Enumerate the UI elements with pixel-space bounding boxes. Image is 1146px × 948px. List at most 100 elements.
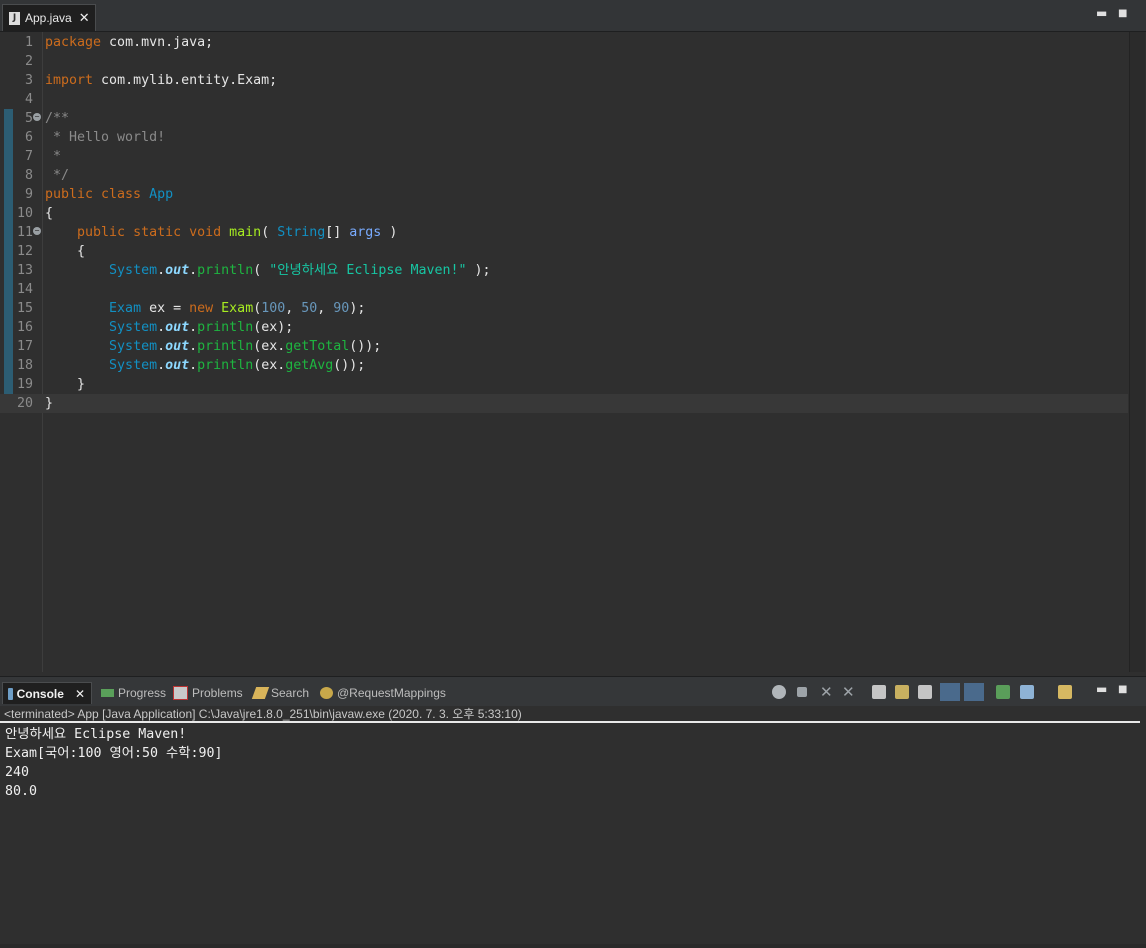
code-text: Exam ex = new Exam(100, 50, 90);: [109, 301, 366, 316]
console-status-line: <terminated> App [Java Application] C:\J…: [0, 705, 1140, 723]
code-line[interactable]: 11− public static void main( String[] ar…: [0, 223, 1128, 242]
tab-request-mappings[interactable]: @RequestMappings: [320, 682, 446, 704]
code-text: {: [45, 206, 54, 221]
code-text: System.out.println( "안녕하세요 Eclipse Maven…: [109, 263, 491, 278]
line-number: 20: [16, 396, 33, 411]
minimize-button[interactable]: ▬: [1096, 6, 1107, 20]
close-icon[interactable]: ✕: [75, 687, 85, 701]
line-number: 15: [16, 301, 33, 316]
fold-collapse-icon[interactable]: −: [33, 113, 41, 121]
tab-search-label: Search: [271, 686, 310, 700]
code-text: /**: [45, 111, 70, 126]
line-number: 16: [16, 320, 33, 335]
code-line[interactable]: 10 {: [0, 204, 1128, 223]
tab-title: App.java: [25, 11, 72, 25]
code-text: System.out.println(ex.getAvg());: [109, 358, 366, 373]
problems-icon: [173, 686, 188, 700]
line-number: 8: [24, 168, 33, 183]
code-text: }: [45, 396, 54, 411]
line-number: 1: [24, 35, 33, 50]
tab-request-mappings-label: @RequestMappings: [337, 686, 446, 700]
code-line[interactable]: 12 {: [0, 242, 1128, 261]
display-console-icon[interactable]: [996, 685, 1010, 699]
editor-tabbar: J App.java ✕ ▬ ■: [0, 0, 1146, 32]
vertical-scrollbar[interactable]: [1129, 32, 1145, 672]
code-line[interactable]: 16 System.out.println(ex);: [0, 318, 1128, 337]
fold-collapse-icon[interactable]: −: [33, 227, 41, 235]
tab-progress[interactable]: Progress: [101, 682, 166, 704]
code-line[interactable]: 6 * Hello world!: [0, 128, 1128, 147]
code-text: public static void main( String[] args ): [77, 225, 398, 240]
line-number: 18: [16, 358, 33, 373]
show-when-error-icon[interactable]: [940, 683, 960, 701]
code-area[interactable]: 1 package com.mvn.java; 2 3 import com.mylib…: [0, 32, 1128, 672]
code-text: public class App: [45, 187, 174, 202]
console-output-line: Exam[국어:100 영어:50 수학:90]: [5, 746, 223, 761]
console-panel: Console ✕ Progress Problems Search @Requ…: [0, 676, 1146, 948]
code-line[interactable]: 14: [0, 280, 1128, 299]
line-number: 3: [24, 73, 33, 88]
minimize-button[interactable]: ▬: [1096, 682, 1107, 696]
line-number: 12: [16, 244, 33, 259]
console-output-line: 240: [5, 765, 30, 780]
maximize-button[interactable]: ■: [1118, 8, 1127, 19]
line-number: 2: [24, 54, 33, 69]
tab-app-java[interactable]: J App.java ✕: [2, 4, 96, 31]
line-number: 19: [16, 377, 33, 392]
tab-search[interactable]: Search: [251, 682, 310, 704]
remove-launch-icon[interactable]: ✕: [820, 685, 834, 700]
line-number: 10: [16, 206, 33, 221]
tab-problems-label: Problems: [192, 686, 243, 700]
code-line[interactable]: 1 package com.mvn.java;: [0, 33, 1128, 52]
show-when-output-icon[interactable]: [918, 685, 932, 699]
remove-all-icon[interactable]: ✕: [842, 685, 856, 700]
code-line[interactable]: 18 System.out.println(ex.getAvg());: [0, 356, 1128, 375]
code-text: *: [45, 149, 62, 164]
word-wrap-icon[interactable]: [895, 685, 909, 699]
line-number: 14: [16, 282, 33, 297]
code-text: {: [45, 244, 86, 259]
scroll-lock-icon[interactable]: [872, 685, 886, 699]
line-number: 9: [24, 187, 33, 202]
code-text: package com.mvn.java;: [45, 35, 214, 50]
code-line[interactable]: 15 Exam ex = new Exam(100, 50, 90);: [0, 299, 1128, 318]
code-line[interactable]: 2: [0, 52, 1128, 71]
line-number: 4: [24, 92, 33, 107]
code-line[interactable]: 20}: [0, 394, 1128, 413]
code-line[interactable]: 8 */: [0, 166, 1128, 185]
code-line[interactable]: 9 public class App: [0, 185, 1128, 204]
line-number: 11: [16, 225, 33, 240]
editor-panel: J App.java ✕ ▬ ■ 1 package com.mvn.java; 2…: [0, 0, 1146, 676]
java-file-icon: J: [9, 11, 20, 25]
tab-console-label: Console: [16, 686, 64, 701]
progress-icon: [101, 689, 114, 697]
code-text: import com.mylib.entity.Exam;: [45, 73, 278, 88]
status-bar: [0, 944, 1146, 948]
tab-problems[interactable]: Problems: [173, 682, 243, 704]
sync-icon[interactable]: [772, 685, 786, 699]
new-console-icon[interactable]: [1058, 685, 1072, 699]
close-icon[interactable]: ✕: [79, 11, 90, 26]
line-number: 5: [24, 111, 33, 126]
code-line[interactable]: 7 *: [0, 147, 1128, 166]
line-number: 13: [16, 263, 33, 278]
pin-console-icon[interactable]: [964, 683, 984, 701]
tab-console[interactable]: Console ✕: [2, 682, 92, 704]
code-line[interactable]: 19 }: [0, 375, 1128, 394]
code-line[interactable]: 4: [0, 90, 1128, 109]
console-output-line: 안녕하세요 Eclipse Maven!: [5, 727, 187, 742]
maximize-button[interactable]: ■: [1118, 684, 1127, 695]
code-text: System.out.println(ex.getTotal());: [109, 339, 382, 354]
code-line[interactable]: 5−/**: [0, 109, 1128, 128]
console-output-line: 80.0: [5, 784, 38, 799]
code-text: */: [45, 168, 70, 183]
stop-icon[interactable]: [797, 687, 807, 697]
code-line[interactable]: 13 System.out.println( "안녕하세요 Eclipse Ma…: [0, 261, 1128, 280]
code-text: * Hello world!: [45, 130, 166, 145]
tab-progress-label: Progress: [118, 686, 167, 700]
console-icon: [8, 687, 13, 700]
line-number: 7: [24, 149, 33, 164]
code-line[interactable]: 17 System.out.println(ex.getTotal());: [0, 337, 1128, 356]
open-console-icon[interactable]: [1020, 685, 1034, 699]
code-line[interactable]: 3 import com.mylib.entity.Exam;: [0, 71, 1128, 90]
